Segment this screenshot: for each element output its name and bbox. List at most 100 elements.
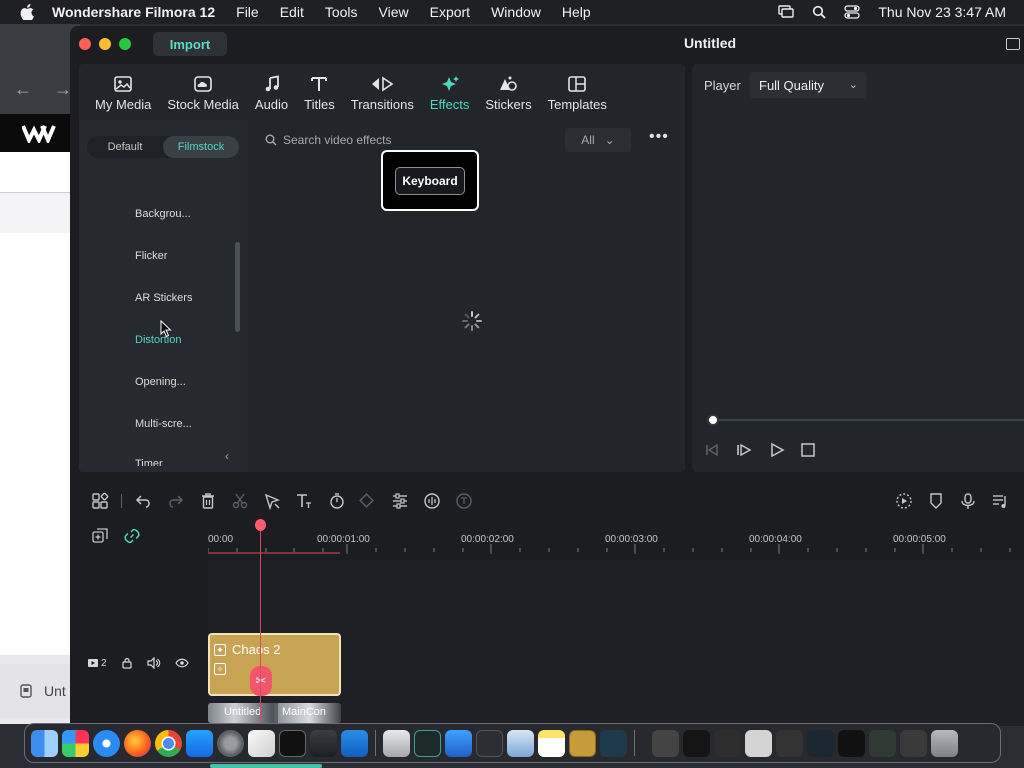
timer-icon[interactable] <box>328 492 346 510</box>
menu-clock[interactable]: Thu Nov 23 3:47 AM <box>878 4 1006 20</box>
control-center-icon[interactable] <box>844 5 861 19</box>
recent-window-icon[interactable] <box>900 729 927 757</box>
quality-dropdown[interactable]: Full Quality ⌄ <box>750 72 866 98</box>
tab-stock-media[interactable]: Stock Media <box>159 64 247 112</box>
category-opening[interactable]: Opening... <box>135 376 186 388</box>
recent-window-icon[interactable] <box>838 729 865 757</box>
marker-shield-icon[interactable] <box>927 492 945 510</box>
playhead-handle[interactable] <box>255 519 266 531</box>
tab-transitions[interactable]: Transitions <box>343 64 422 112</box>
launchpad-icon[interactable] <box>62 729 89 757</box>
zoom-window-button[interactable] <box>119 38 131 50</box>
layout-icon[interactable] <box>1006 38 1020 50</box>
delete-icon[interactable] <box>199 492 217 510</box>
firefox-icon[interactable] <box>124 729 151 757</box>
keyframe-diamond-icon[interactable] <box>358 492 376 510</box>
menu-window[interactable]: Window <box>491 4 541 20</box>
stop-icon[interactable] <box>800 442 816 458</box>
lock-icon[interactable] <box>121 657 133 669</box>
close-window-button[interactable] <box>79 38 91 50</box>
adjust-sliders-icon[interactable] <box>391 492 409 510</box>
trash-icon[interactable] <box>931 729 958 757</box>
vscode-icon[interactable] <box>341 729 368 757</box>
text-tool-icon[interactable] <box>295 492 313 510</box>
category-scrollbar[interactable] <box>235 242 240 332</box>
microphone-icon[interactable] <box>959 492 977 510</box>
split-marker[interactable]: ✂ <box>250 666 272 696</box>
recent-window-icon[interactable] <box>807 729 834 757</box>
tab-stickers[interactable]: Stickers <box>477 64 539 112</box>
filter-dropdown[interactable]: All ⌄ <box>565 128 631 152</box>
add-track-icon[interactable] <box>92 528 108 544</box>
video-clip[interactable]: MainCon <box>278 703 341 723</box>
speech-to-text-icon[interactable] <box>455 492 473 510</box>
dosbox-icon[interactable] <box>569 729 596 757</box>
undo-icon[interactable] <box>135 492 153 510</box>
audio-mixer-icon[interactable] <box>991 492 1009 510</box>
app-store-icon[interactable] <box>186 729 213 757</box>
render-preview-icon[interactable] <box>895 492 913 510</box>
menu-tools[interactable]: Tools <box>325 4 358 20</box>
recent-window-icon[interactable] <box>776 729 803 757</box>
tab-templates[interactable]: Templates <box>540 64 615 112</box>
recent-window-icon[interactable] <box>652 729 679 757</box>
category-multi-screen[interactable]: Multi-scre... <box>135 418 192 430</box>
previous-frame-icon[interactable] <box>704 442 720 458</box>
category-timer[interactable]: Timer <box>135 458 163 466</box>
menu-edit[interactable]: Edit <box>280 4 304 20</box>
recent-window-icon[interactable] <box>714 729 741 757</box>
playhead-line[interactable] <box>260 526 261 726</box>
import-button[interactable]: Import <box>153 32 227 56</box>
link-icon[interactable] <box>124 528 140 544</box>
effect-clip[interactable]: ✦ Chaos 2 ✧ <box>208 633 341 696</box>
tab-titles[interactable]: Titles <box>296 64 343 112</box>
browser-bottom-tab[interactable]: Unt <box>0 664 80 718</box>
eye-icon[interactable] <box>174 658 189 668</box>
menu-export[interactable]: Export <box>430 4 470 20</box>
recent-window-icon[interactable] <box>745 729 772 757</box>
terminal-icon[interactable] <box>279 729 306 757</box>
recent-window-icon[interactable] <box>869 729 896 757</box>
safari-icon[interactable] <box>93 729 120 757</box>
category-distortion[interactable]: Distortion <box>135 334 181 346</box>
menu-view[interactable]: View <box>379 4 409 20</box>
collapse-sidebar-button[interactable]: ‹ <box>219 448 235 464</box>
search-input[interactable]: Search video effects <box>283 133 392 147</box>
player-scrubber-track[interactable] <box>712 419 1024 421</box>
tab-audio[interactable]: Audio <box>247 64 296 112</box>
minimize-window-button[interactable] <box>99 38 111 50</box>
layout-grid-icon[interactable] <box>91 492 109 510</box>
chrome-icon[interactable] <box>155 729 182 757</box>
tab-effects[interactable]: Effects <box>422 64 478 112</box>
menu-file[interactable]: File <box>236 4 259 20</box>
activity-monitor-icon[interactable] <box>414 729 441 757</box>
audio-waveform-icon[interactable] <box>423 492 441 510</box>
video-clip[interactable]: Untitled <box>208 703 274 723</box>
apple-logo-icon[interactable] <box>20 4 34 20</box>
preview-icon[interactable] <box>507 729 534 757</box>
speaker-icon[interactable] <box>146 657 161 669</box>
scissors-icon[interactable] <box>231 492 249 510</box>
select-pointer-icon[interactable] <box>263 492 281 510</box>
textedit-icon[interactable] <box>248 729 275 757</box>
category-backgrounds[interactable]: Backgrou... <box>135 208 191 220</box>
menu-help[interactable]: Help <box>562 4 591 20</box>
system-settings-icon[interactable] <box>217 729 244 757</box>
category-flicker[interactable]: Flicker <box>135 250 167 262</box>
audio-app-icon[interactable] <box>476 729 503 757</box>
network-utility-icon[interactable] <box>445 729 472 757</box>
instruments-icon[interactable] <box>310 729 337 757</box>
menu-app-name[interactable]: Wondershare Filmora 12 <box>52 4 215 20</box>
segment-default[interactable]: Default <box>87 136 163 158</box>
disk-utility-icon[interactable] <box>383 729 410 757</box>
next-frame-icon[interactable] <box>736 442 752 458</box>
back-arrow-icon[interactable]: ← <box>14 79 32 100</box>
screen-mirroring-icon[interactable] <box>778 5 795 19</box>
segment-filmstock[interactable]: Filmstock <box>163 136 239 158</box>
notes-icon[interactable] <box>538 729 565 757</box>
category-ar-stickers[interactable]: AR Stickers <box>135 292 192 304</box>
finder-icon[interactable] <box>31 729 58 757</box>
redo-icon[interactable] <box>166 492 184 510</box>
video-clip-strip[interactable]: Untitled MainCon <box>208 703 341 723</box>
spotlight-search-icon[interactable] <box>812 5 826 19</box>
